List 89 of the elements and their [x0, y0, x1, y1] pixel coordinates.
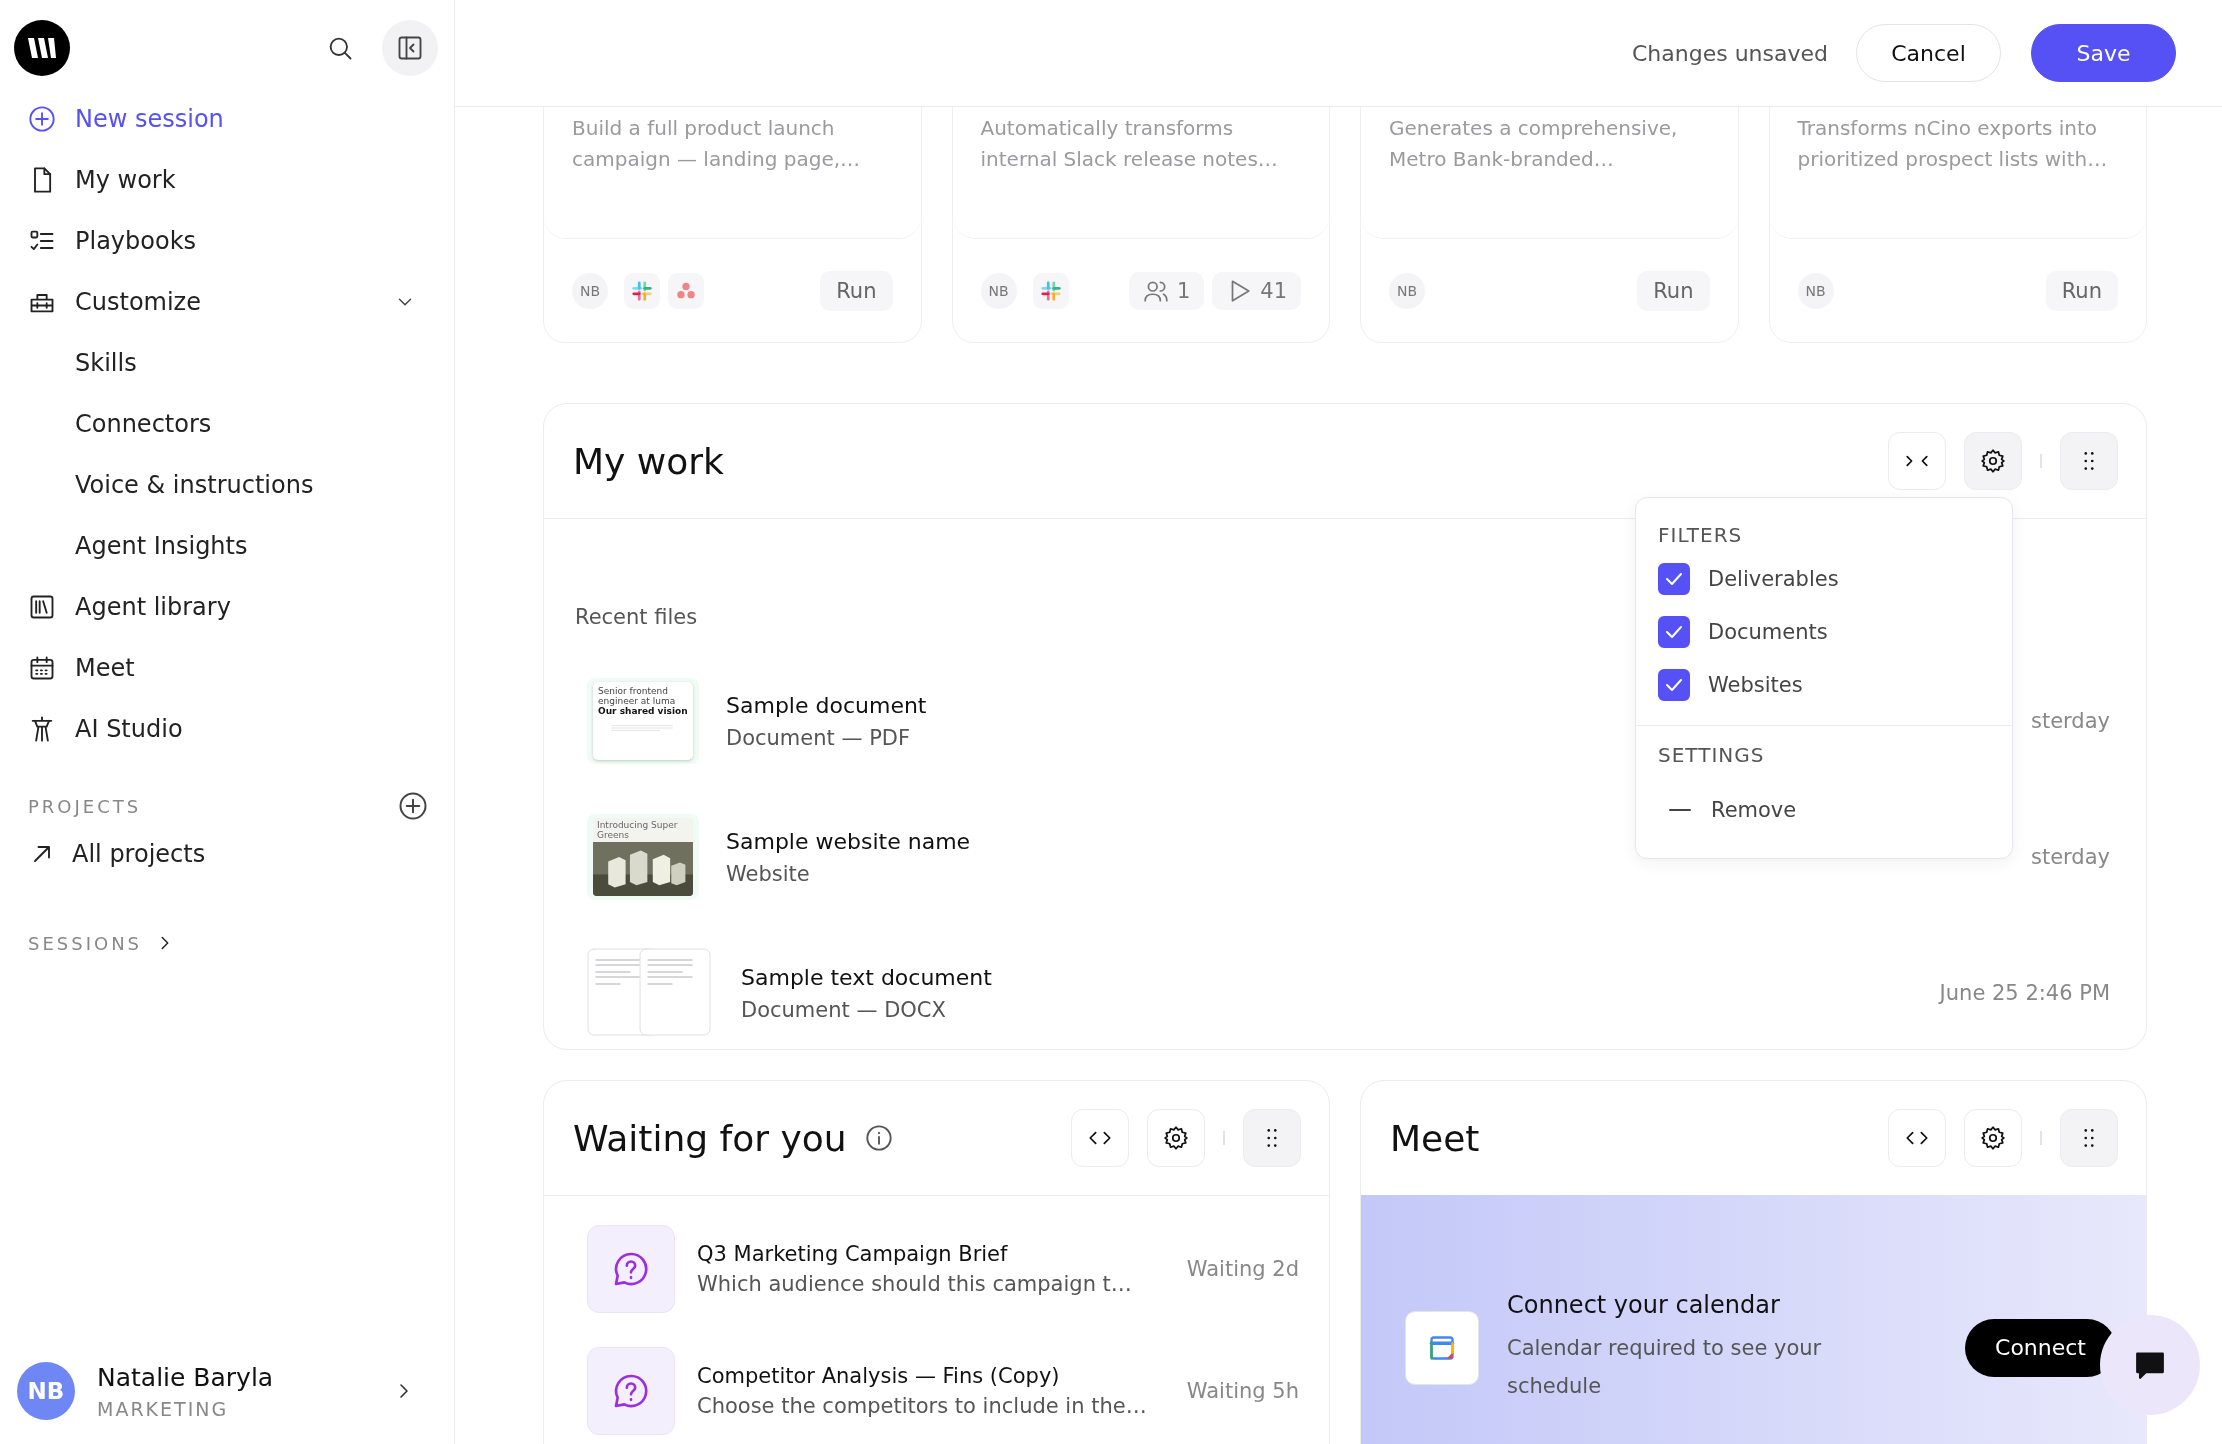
filter-option[interactable]: Websites: [1636, 658, 2012, 711]
panel-collapse-icon: [396, 34, 424, 62]
section-label: Recent files: [575, 605, 699, 629]
task-status: Waiting 2d: [1185, 1257, 1299, 1281]
nav-item[interactable]: All projects: [28, 823, 438, 884]
section-heading: SESSIONS: [28, 932, 143, 954]
drag-handle-button[interactable]: [2060, 432, 2118, 490]
settings-icon: [1980, 448, 2006, 474]
checkbox[interactable]: [1658, 615, 1690, 648]
run-button[interactable]: Run: [820, 270, 893, 311]
option-label: Documents: [1708, 619, 1828, 644]
prompt-title: Connect your calendar: [1507, 1290, 1781, 1319]
agent-description: Transforms nCino exports into prioritized prospect lists with…: [1797, 115, 2109, 173]
file-type: Website: [726, 861, 811, 886]
count-text: 41: [1260, 278, 1287, 303]
plus-circle-icon: [28, 104, 56, 133]
task-title[interactable]: Competitor Analysis — Fins (Copy): [697, 1364, 1147, 1388]
thumbnail-subtitle: Our shared vision: [598, 706, 688, 717]
file-type: Document — DOCX: [741, 997, 947, 1022]
owner-avatar: NB: [1797, 272, 1834, 309]
nav-item[interactable]: Meet: [28, 637, 438, 698]
menu-item[interactable]: Remove: [1636, 780, 2012, 840]
sidebar-toggle-button[interactable]: [382, 20, 438, 76]
info-icon[interactable]: [864, 1124, 893, 1152]
nav-item[interactable]: Customize: [28, 271, 438, 332]
nav-item[interactable]: Playbooks: [28, 210, 438, 271]
prompt-text: Calendar required to see your schedule: [1507, 1334, 1823, 1400]
file-date: sterday: [2031, 845, 2110, 869]
nav-item[interactable]: Agent library: [28, 576, 438, 637]
settings-icon: [1163, 1125, 1189, 1151]
run-button[interactable]: Run: [2045, 270, 2118, 311]
drag-handle-button[interactable]: [1243, 1109, 1301, 1167]
file-date: sterday: [2031, 709, 2110, 733]
menu-heading: FILTERS: [1657, 522, 1744, 549]
option-label: Deliverables: [1708, 566, 1839, 591]
menu-heading: SETTINGS: [1657, 742, 1766, 769]
nav-item[interactable]: Voice & instructions: [28, 454, 438, 515]
section-heading: PROJECTS: [28, 795, 142, 817]
agent-description: Generates a comprehensive, Metro Bank-branded…: [1389, 115, 1679, 173]
thumbnail-title: Introducing Super Greens: [596, 819, 679, 842]
owner-avatar: NB: [980, 272, 1017, 309]
app-icon: [624, 272, 660, 309]
drag-handle-button[interactable]: [2060, 1109, 2118, 1167]
task-status: Waiting 5h: [1185, 1379, 1299, 1403]
nav-item[interactable]: New session: [28, 88, 438, 149]
app-icon: [668, 272, 704, 309]
save-status: Changes unsaved: [1631, 40, 1828, 66]
file-name[interactable]: Sample website name: [726, 828, 971, 854]
panel-title: Meet: [1390, 1117, 1480, 1159]
checkbox[interactable]: [1658, 668, 1690, 701]
count-text: 1: [1176, 278, 1191, 303]
owner-avatar: NB: [1389, 272, 1425, 309]
plus-circle-icon[interactable]: [398, 791, 428, 821]
settings-button[interactable]: [1964, 1109, 2022, 1167]
owner-avatar: NB: [572, 272, 608, 309]
panel-title: Waiting for you: [573, 1117, 847, 1159]
filter-option[interactable]: Deliverables: [1636, 552, 2012, 605]
run-button[interactable]: Run: [1637, 270, 1710, 311]
file-name[interactable]: Sample text document: [741, 964, 992, 990]
settings-button[interactable]: [1147, 1109, 1205, 1167]
avatar: NB: [17, 1362, 75, 1420]
file-name[interactable]: Sample document: [726, 692, 927, 718]
thumbnail-title: Senior frontend engineer at luma: [598, 686, 677, 706]
minus-icon: [1669, 808, 1691, 812]
task-question: Choose the competitors to include in the…: [697, 1394, 1147, 1418]
file-date: June 25 2:46 PM: [1939, 981, 2110, 1005]
panel-title: My work: [573, 440, 724, 482]
nav-item[interactable]: Agent Insights: [28, 515, 438, 576]
calendar-icon: [1428, 1333, 1456, 1362]
nav-item[interactable]: Connectors: [28, 393, 438, 454]
option-label: Websites: [1708, 672, 1803, 697]
user-name: Natalie Baryla: [97, 1362, 274, 1392]
settings-icon: [1980, 1125, 2006, 1151]
nav-item[interactable]: AI Studio: [28, 698, 438, 759]
app-icon: [1032, 272, 1069, 309]
logo: [14, 20, 70, 76]
agent-description: Automatically transforms internal Slack release notes…: [980, 115, 1279, 173]
nav-item[interactable]: My work: [28, 149, 438, 210]
nav-item[interactable]: Skills: [28, 332, 438, 393]
settings-button[interactable]: [1964, 432, 2022, 490]
filter-option[interactable]: Documents: [1636, 605, 2012, 658]
file-type: Document — PDF: [726, 725, 912, 750]
agent-description: Build a full product launch campaign — landing page,…: [572, 115, 862, 173]
checkbox[interactable]: [1658, 562, 1690, 595]
task-question: Which audience should this campaign t…: [697, 1272, 1132, 1296]
cancel-button[interactable]: Cancel: [1856, 24, 2001, 82]
user-team: MARKETING: [97, 1397, 230, 1420]
task-title[interactable]: Q3 Marketing Campaign Brief: [697, 1242, 1132, 1266]
save-button[interactable]: Save: [2031, 24, 2176, 82]
